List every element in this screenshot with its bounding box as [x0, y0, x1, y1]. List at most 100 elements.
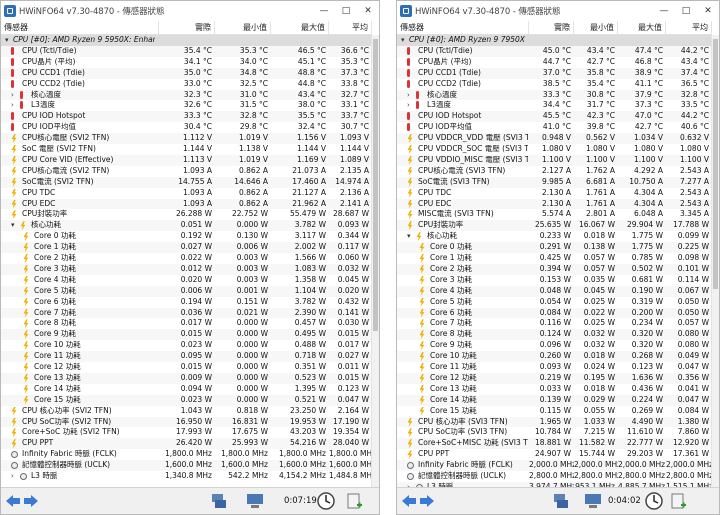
sensor-row[interactable]: Core 3 功耗 0.012 W 0.003 W 1.083 W 0.032 W [1, 263, 372, 275]
maximize-button[interactable]: □ [675, 1, 697, 20]
minimize-button[interactable]: — [313, 1, 335, 20]
title-bar[interactable]: HWiNFO64 v7.30-4870 - 傳感器狀態 — □ ✕ [1, 1, 379, 20]
sensor-list[interactable]: ▾CPU [#0]: AMD Ryzen 9 5950X: Enhanced CP… [1, 35, 372, 488]
sensor-row[interactable]: › L3 時脈 1,340.8 MHz 542.2 MHz 4,154.2 MHz 1,4… [1, 471, 372, 482]
scrollbar-thumb[interactable] [713, 39, 718, 289]
sensor-row[interactable]: CPU核心電流 (SVI2 TFN) 1.093 A 0.862 A 21.073 A… [1, 166, 372, 177]
sensor-row[interactable]: Core 8 功耗 0.124 W 0.032 W 0.320 W 0.080 W [397, 329, 712, 341]
sensor-row[interactable]: › 核心溫度 32.3 °C 31.0 °C 43.4 °C 32.7 °C [1, 89, 372, 101]
sensor-row[interactable]: Core 4 功耗 0.020 W 0.003 W 1.358 W 0.045 W [1, 275, 372, 286]
column-header-0[interactable]: 傳感器 [1, 21, 159, 35]
sensor-row[interactable]: 記憶體控制器時脈 (UCLK) 1,600.0 MHz 1,600.0 MHz 1,6… [1, 460, 372, 471]
sensor-row[interactable]: CPU TDC 1.093 A 0.862 A 21.127 A 2.136 A [1, 188, 372, 199]
sensor-row[interactable]: Core 15 功耗 0.023 W 0.000 W 0.521 W 0.047 W [1, 394, 372, 406]
maximize-button[interactable]: □ [335, 1, 357, 20]
sensor-row[interactable]: Core 14 功耗 0.094 W 0.000 W 1.395 W 0.123 W [1, 384, 372, 395]
add-report-icon[interactable] [343, 490, 365, 512]
sensor-row[interactable]: Core 8 功耗 0.017 W 0.000 W 0.457 W 0.030 W [1, 318, 372, 329]
monitor-icon[interactable] [582, 490, 604, 512]
vertical-scrollbar[interactable] [371, 35, 379, 488]
sensor-row[interactable]: CPU PPT 26.420 W 25.993 W 54.216 W 28.040 W [1, 438, 372, 450]
expand-arrow-icon[interactable]: ▾ [5, 37, 11, 44]
column-header-2[interactable]: 最小值 [215, 21, 271, 35]
column-header-3[interactable]: 最大值 [271, 21, 329, 35]
sensor-row[interactable]: CPU CCD1 (Tdie) 35.0 °C 34.8 °C 48.8 °C 37.3… [1, 67, 372, 79]
expand-arrow-icon[interactable]: › [407, 91, 413, 98]
sensor-row[interactable]: CPU VDDCR_VDD 電壓 (SVI3 TFN) 0.948 V 0.562 … [397, 133, 712, 144]
title-bar[interactable]: HWiNFO64 v7.30-4870 - 傳感器狀態 — □ ✕ [397, 1, 719, 20]
sensor-row[interactable]: CPU EDC 2.130 A 1.761 A 4.304 A 2.543 A [397, 198, 712, 210]
sensor-row[interactable]: Core 6 功耗 0.194 W 0.151 W 3.782 W 0.432 W [1, 297, 372, 308]
network-icon[interactable] [208, 490, 230, 512]
sensor-row[interactable]: Core 2 功耗 0.022 W 0.003 W 1.566 W 0.060 W [1, 253, 372, 264]
sensor-row[interactable]: Core 5 功耗 0.006 W 0.001 W 1.104 W 0.020 W [1, 285, 372, 297]
expand-arrow-icon[interactable]: › [407, 102, 413, 109]
expand-arrow-icon[interactable]: ▾ [407, 233, 413, 240]
sensor-row[interactable]: ▾CPU [#0]: AMD Ryzen 9 7950X: E... [397, 35, 712, 46]
sensor-row[interactable]: Core 10 功耗 0.260 W 0.018 W 0.268 W 0.049 W [397, 351, 712, 362]
sensor-row[interactable]: CPU晶片 (平均) 44.7 °C 42.7 °C 46.8 °C 43.4 °C [397, 57, 712, 68]
expand-arrow-icon[interactable]: ▾ [11, 222, 17, 229]
column-header-3[interactable]: 最大值 [618, 21, 666, 35]
sensor-row[interactable]: Core 1 功耗 0.425 W 0.057 W 0.785 W 0.098 W [397, 253, 712, 264]
sensor-row[interactable]: SoC電流 (SVI3 TFN) 9.985 A 6.681 A 10.750 A 7.… [397, 176, 712, 188]
network-icon[interactable] [550, 490, 572, 512]
sensor-row[interactable]: Core+SoC+MISC 功耗 (SVI3 TFN) 18.881 W 11.58… [397, 438, 712, 450]
sensor-list[interactable]: ▾CPU [#0]: AMD Ryzen 9 7950X: E...CPU (T… [397, 35, 712, 488]
sensor-row[interactable]: CPU PPT 24.907 W 15.744 W 29.203 W 17.361 W [397, 449, 712, 460]
sensor-row[interactable]: Core 12 功耗 0.219 W 0.195 W 1.636 W 0.356 W [397, 372, 712, 384]
sensor-row[interactable]: SoC電流 (SVI2 TFN) 14.755 A 14.646 A 17.460 A… [1, 176, 372, 188]
sensor-row[interactable]: Core 7 功耗 0.116 W 0.025 W 0.234 W 0.057 W [397, 318, 712, 329]
monitor-icon[interactable] [244, 490, 266, 512]
sensor-row[interactable]: SoC 電壓 (SVI2 TFN) 1.144 V 1.138 V 1.144 V 1.… [1, 144, 372, 155]
sensor-row[interactable]: Core 9 功耗 0.096 W 0.032 W 0.320 W 0.080 W [397, 340, 712, 351]
sensor-row[interactable]: Core 6 功耗 0.084 W 0.022 W 0.200 W 0.050 W [397, 307, 712, 319]
sensor-row[interactable]: Core 13 功耗 0.033 W 0.018 W 0.436 W 0.041 W [397, 384, 712, 395]
arrows-lr-button[interactable] [399, 490, 437, 512]
sensor-row[interactable]: Core 9 功耗 0.015 W 0.000 W 0.495 W 0.015 W [1, 329, 372, 341]
sensor-row[interactable]: CPU CCD1 (Tdie) 37.0 °C 35.8 °C 38.9 °C 37.4… [397, 67, 712, 79]
sensor-row[interactable]: Core 1 功耗 0.027 W 0.006 W 2.002 W 0.117 W [1, 242, 372, 253]
sensor-row[interactable]: Core 5 功耗 0.054 W 0.025 W 0.319 W 0.050 W [397, 297, 712, 308]
sensor-row[interactable]: Core 15 功耗 0.115 W 0.055 W 0.269 W 0.084 W [397, 406, 712, 417]
sensor-row[interactable]: CPU VDDIO_MISC 電壓 (SVI3 TFN) 1.100 V 1.100… [397, 154, 712, 166]
sensor-row[interactable]: CPU TDC 2.130 A 1.761 A 4.304 A 2.543 A [397, 188, 712, 199]
sensor-row[interactable]: › 核心溫度 33.3 °C 30.8 °C 37.9 °C 32.8 °C [397, 89, 712, 101]
sensor-row[interactable]: Core 0 功耗 0.291 W 0.138 W 1.775 W 0.225 W [397, 242, 712, 253]
sensor-row[interactable]: Core 3 功耗 0.153 W 0.035 W 0.681 W 0.114 W [397, 275, 712, 286]
sensor-row[interactable]: CPU CCD2 (Tdie) 33.0 °C 32.5 °C 44.8 °C 33.8… [1, 79, 372, 90]
close-button[interactable]: ✕ [697, 1, 719, 20]
sensor-row[interactable]: CPU晶片 (平均) 34.1 °C 34.0 °C 45.1 °C 35.3 °C [1, 57, 372, 68]
sensor-row[interactable]: ▾ 核心功耗 0.233 W 0.018 W 1.775 W 0.099 W [397, 231, 712, 242]
sensor-row[interactable]: CPU IOD Hotspot 45.5 °C 42.3 °C 47.0 °C 44.2… [397, 111, 712, 123]
sensor-row[interactable]: Infinity Fabric 時脈 (FCLK) 1,800.0 MHz 1,80… [1, 449, 372, 460]
close-button[interactable]: ✕ [357, 1, 379, 20]
clock-icon[interactable] [643, 490, 665, 512]
sensor-row[interactable]: CPU EDC 1.093 A 0.862 A 21.962 A 2.141 A [1, 198, 372, 210]
sensor-row[interactable]: CPU IOD Hotspot 33.3 °C 32.8 °C 35.5 °C 33.7… [1, 111, 372, 123]
sensor-row[interactable]: Core 10 功耗 0.023 W 0.000 W 0.488 W 0.017 W [1, 340, 372, 351]
add-report-icon[interactable] [667, 490, 689, 512]
sensor-row[interactable]: CPU核心電流 (SVI3 TFN) 2.127 A 1.762 A 4.292 A 2… [397, 166, 712, 177]
sensor-row[interactable]: Core 2 功耗 0.394 W 0.057 W 0.502 W 0.101 W [397, 263, 712, 275]
expand-arrow-icon[interactable]: › [11, 102, 17, 109]
minimize-button[interactable]: — [653, 1, 675, 20]
sensor-row[interactable]: CPU 核心功率 (SVI3 TFN) 1.965 W 1.033 W 4.490 W… [397, 416, 712, 428]
sensor-row[interactable]: › L3溫度 32.6 °C 31.5 °C 38.0 °C 33.1 °C [1, 100, 372, 111]
expand-arrow-icon[interactable]: › [11, 473, 17, 480]
sensor-row[interactable]: Core 14 功耗 0.139 W 0.029 W 0.224 W 0.047 W [397, 394, 712, 406]
sensor-row[interactable]: CPU 核心功率 (SVI2 TFN) 1.043 W 0.818 W 23.250 … [1, 406, 372, 417]
expand-arrow-icon[interactable]: › [11, 91, 17, 98]
sensor-row[interactable]: CPU (Tctl/Tdie) 45.0 °C 43.4 °C 47.4 °C 44.2… [397, 45, 712, 57]
sensor-row[interactable]: CPU Core VID (Effective) 1.113 V 1.019 V 1.… [1, 154, 372, 166]
sensor-row[interactable]: Core 7 功耗 0.036 W 0.021 W 2.390 W 0.141 W [1, 307, 372, 319]
sensor-row[interactable]: › L3溫度 34.4 °C 31.7 °C 37.3 °C 33.5 °C [397, 100, 712, 111]
sensor-row[interactable]: CPU SoC功率 (SVI3 TFN) 10.784 W 7.215 W 11.61… [397, 427, 712, 438]
sensor-row[interactable]: CPU SoC功率 (SVI2 TFN) 16.950 W 16.831 W 19.9… [1, 416, 372, 428]
sensor-row[interactable]: MISC電流 (SVI3 TFN) 5.574 A 2.801 A 6.048 A 3.… [397, 209, 712, 220]
expand-arrow-icon[interactable]: ▾ [401, 37, 407, 44]
sensor-row[interactable]: ▾CPU [#0]: AMD Ryzen 9 5950X: Enhanced [1, 35, 372, 46]
column-header-1[interactable]: 實際 [529, 21, 574, 35]
sensor-row[interactable]: CPU IOD平均值 30.4 °C 29.8 °C 32.4 °C 30.7 °C [1, 122, 372, 133]
column-header-4[interactable]: 平均 [666, 21, 712, 35]
